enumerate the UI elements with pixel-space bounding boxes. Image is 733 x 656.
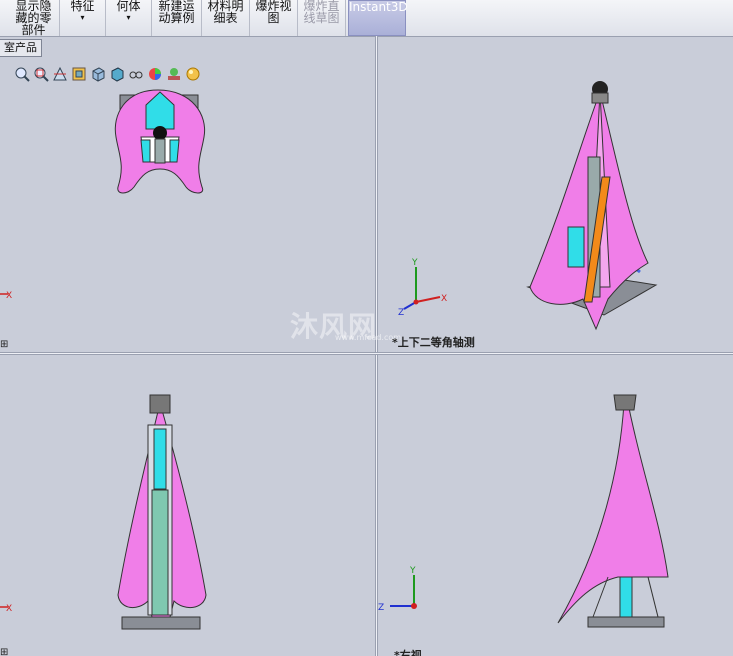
section-view-icon[interactable] [52,66,68,82]
show-hidden-components-label: 显示隐 藏的零 部件 [15,0,52,37]
view-label-icon: ⊞ [0,339,8,350]
new-motion-study-label: 新建运 动算例 [158,0,195,25]
assembly-tab[interactable]: 室产品 [0,39,42,57]
show-hidden-components-button[interactable]: 显示隐 藏的零 部件 [8,0,60,36]
appearance-icon[interactable] [147,66,163,82]
explode-line-sketch-button[interactable]: 爆炸直 线草图 [298,0,346,36]
new-motion-study-button[interactable]: 新建运 动算例 [152,0,202,36]
axis-z-label: Z [398,308,404,318]
viewport-top-right[interactable]: Y X Z *上下二等角轴测 [378,37,733,352]
exploded-view-button[interactable]: 爆炸视 图 [250,0,298,36]
features-button[interactable]: 特征 ▾ [60,0,106,36]
zoom-fit-icon[interactable] [14,66,30,82]
right-view-model: Y Z [378,394,669,628]
explode-line-sketch-label: 爆炸直 线草图 [303,0,340,25]
bill-of-materials-button[interactable]: 材料明 细表 [202,0,250,36]
isometric-view-model: Y X Z [398,81,658,331]
axis-x-label: X [441,294,447,304]
instant3d-label: Instant3D [349,0,408,14]
chevron-down-icon[interactable]: ▾ [60,14,105,22]
render-icon[interactable] [185,66,201,82]
view-name-label: *右视 [394,649,422,656]
heads-up-view-toolbar [14,64,201,84]
display-style-icon[interactable] [90,66,106,82]
geometry-button[interactable]: 何体 ▾ [106,0,152,36]
axis-y-label: Y [411,258,418,268]
view-label-icon: ⊞ [0,647,8,656]
chevron-down-icon[interactable]: ▾ [106,14,151,22]
front-view-model: X ⊞ [0,394,207,656]
viewport-bottom-left[interactable]: X ⊞ [0,355,375,656]
viewport-bottom-right[interactable]: Y Z *右视 [378,355,733,656]
exploded-view-label: 爆炸视 图 [255,0,292,25]
features-label: 特征 [70,0,95,13]
axis-x-label: X [6,604,12,614]
zoom-area-icon[interactable] [33,66,49,82]
command-manager-toolbar: 显示隐 藏的零 部件 特征 ▾ 何体 ▾ 新建运 动算例 材料明 细表 爆炸视 图 … [0,0,733,37]
scene-icon[interactable] [166,66,182,82]
axis-z-label: Z [378,603,384,613]
cube-view-icon[interactable] [109,66,125,82]
instant3d-button[interactable]: Instant3D [348,0,408,36]
view-orientation-icon[interactable] [71,66,87,82]
hide-show-icon[interactable] [128,66,144,82]
watermark-url: www.mfcad.com [335,333,402,342]
axis-x-label: X [6,291,12,301]
geometry-label: 何体 [116,0,141,13]
bill-of-materials-label: 材料明 细表 [207,0,244,25]
view-name-label: *上下二等角轴测 [392,336,475,349]
axis-y-label: Y [409,566,416,576]
